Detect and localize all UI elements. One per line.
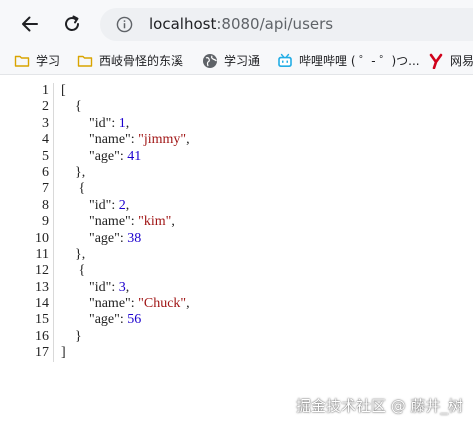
json-line-age: "age": 56 [89, 312, 142, 328]
json-key: "age" [89, 148, 120, 164]
json-object-open: { [78, 263, 86, 279]
json-line-id: "id": 3, [89, 279, 130, 295]
json-value-name: "jimmy" [138, 132, 187, 148]
line-number: 12 [35, 263, 49, 279]
json-object-close: } [75, 328, 82, 344]
arrow-left-icon [22, 16, 38, 32]
reload-icon [65, 15, 79, 31]
browser-toolbar: localhost:8080/api/users [0, 0, 473, 48]
reload-button[interactable] [58, 10, 86, 38]
json-key: "id" [89, 197, 112, 213]
json-line-name: "name": "kim", [89, 214, 175, 230]
globe-icon [203, 54, 217, 68]
json-line-name: "name": "jimmy", [89, 132, 190, 148]
json-code: [ { "id": 1, "name": "jimmy", "age": 41 … [61, 83, 190, 362]
json-key: "age" [89, 312, 120, 328]
back-button[interactable] [16, 10, 44, 38]
json-line-age: "age": 41 [89, 148, 142, 164]
json-value-id: 3 [118, 279, 126, 295]
info-icon[interactable] [116, 16, 133, 33]
y-logo-icon [429, 53, 443, 69]
json-viewer: 1 2 3 4 5 6 7 8 9 10 11 12 13 14 15 16 1… [0, 75, 473, 427]
line-number: 1 [42, 83, 49, 98]
line-number: 2 [42, 99, 49, 115]
line-number: 15 [35, 312, 49, 328]
line-number: 13 [35, 279, 49, 295]
bookmark-folder-xiqi[interactable]: 西岐骨怪的东溪 [77, 52, 183, 70]
line-number: 10 [35, 230, 49, 246]
json-value-id: 1 [118, 115, 126, 131]
json-key: "name" [89, 214, 131, 230]
url-path: :8080/api/users [216, 15, 334, 33]
json-line-age: "age": 38 [89, 230, 142, 246]
bilibili-icon [278, 53, 292, 67]
json-value-age: 38 [127, 230, 142, 246]
json-value-age: 41 [127, 148, 142, 164]
line-number-gutter: 1 2 3 4 5 6 7 8 9 10 11 12 13 14 15 16 1… [0, 83, 54, 362]
json-close-bracket: ] [61, 345, 66, 361]
address-bar[interactable]: localhost:8080/api/users [100, 8, 473, 41]
json-object-close: }, [75, 164, 86, 180]
line-number: 14 [35, 296, 49, 312]
json-open-bracket: [ [61, 83, 66, 98]
bookmark-folder-study[interactable]: 学习 [14, 52, 60, 70]
json-line-id: "id": 1, [89, 115, 130, 131]
line-number: 8 [42, 197, 49, 213]
folder-icon [77, 55, 93, 67]
bookmark-label: 哔哩哔哩 ( ゜- ゜)つ... [299, 54, 420, 68]
watermark-text: 掘金技术社区 @ 藤井_树 [295, 397, 463, 415]
json-value-name: "kim" [138, 214, 172, 230]
url-host: localhost [149, 15, 217, 33]
bookmark-label: 学习 [36, 54, 61, 68]
line-number: 5 [42, 148, 49, 164]
json-key: "age" [89, 230, 120, 246]
line-number: 17 [35, 345, 49, 361]
bookmark-xuexitong[interactable]: 学习通 [202, 52, 260, 70]
json-object-open: { [78, 181, 86, 197]
bookmark-label: 学习通 [224, 54, 261, 68]
line-number: 16 [35, 328, 49, 344]
json-object-open: { [75, 99, 82, 115]
folder-icon [14, 55, 30, 67]
line-number: 6 [42, 164, 49, 180]
json-object-close: }, [75, 246, 86, 262]
line-number: 7 [42, 181, 49, 197]
json-key: "id" [89, 279, 112, 295]
json-line-name: "name": "Chuck", [89, 296, 190, 312]
line-number: 3 [42, 115, 49, 131]
json-key: "id" [89, 115, 112, 131]
bookmarks-bar: 学习 西岐骨怪的东溪 学习通 哔哩哔哩 ( ゜- ゜)つ... 网易 [0, 48, 473, 74]
line-number: 11 [35, 246, 49, 262]
bookmark-label: 网易 [450, 54, 473, 68]
line-number: 4 [42, 132, 49, 148]
bookmark-bilibili[interactable]: 哔哩哔哩 ( ゜- ゜)つ... [277, 52, 420, 70]
json-value-age: 56 [127, 312, 142, 328]
json-key: "name" [89, 296, 131, 312]
json-value-name: "Chuck" [138, 296, 187, 312]
json-line-id: "id": 2, [89, 197, 130, 213]
bookmark-netease[interactable]: 网易 [428, 52, 473, 70]
line-number: 9 [42, 214, 49, 230]
json-key: "name" [89, 132, 131, 148]
json-value-id: 2 [118, 197, 126, 213]
url-text[interactable]: localhost:8080/api/users [149, 15, 333, 34]
bookmark-label: 西岐骨怪的东溪 [99, 54, 184, 68]
